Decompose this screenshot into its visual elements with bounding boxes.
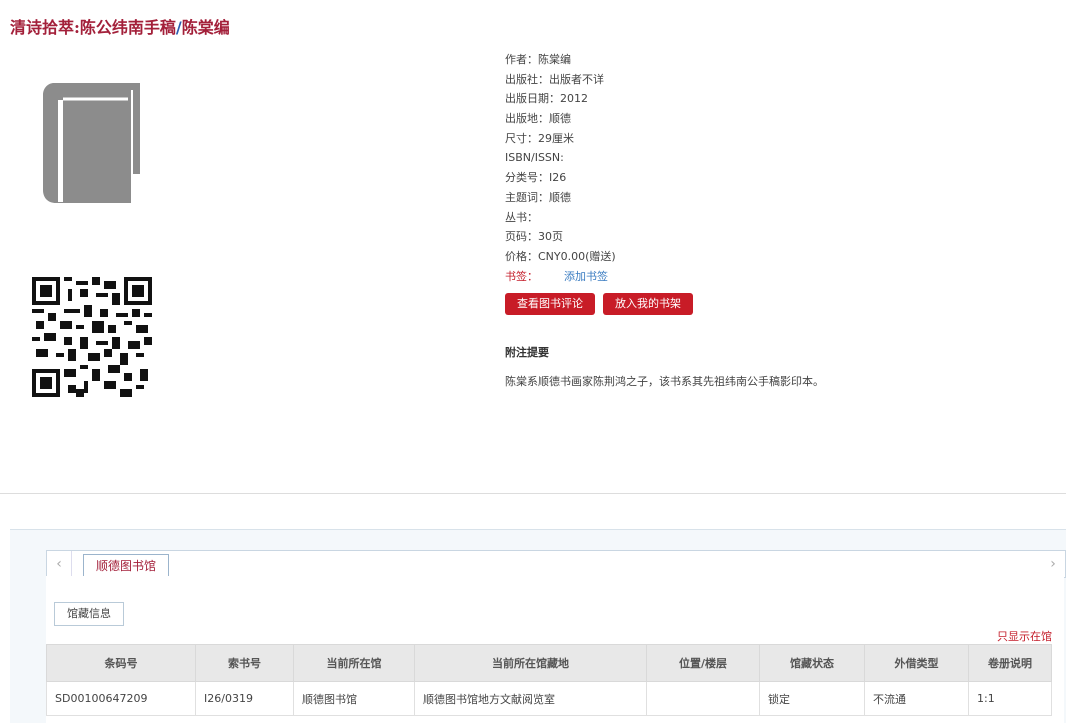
only-available-link[interactable]: 只显示在馆 — [997, 628, 1052, 644]
action-buttons: 查看图书评论 放入我的书架 — [505, 293, 693, 315]
meta-pub-date: 出版日期：2012 — [505, 92, 588, 106]
meta-subject: 主题词：顺德 — [505, 190, 571, 204]
holdings-subpanel: 馆藏信息 只显示在馆 条码号 索书号 当前所在馆 当前所在馆藏地 位置/楼层 馆… — [46, 576, 1064, 723]
section-divider — [0, 493, 1066, 494]
book-metadata: 作者：陈棠编 出版社：出版者不详 出版日期：2012 出版地：顺德 尺寸：29厘… — [505, 50, 616, 286]
meta-isbn: ISBN/ISSN: — [505, 151, 564, 165]
meta-size: 尺寸：29厘米 — [505, 131, 574, 145]
subtab-underline — [54, 625, 124, 626]
book-icon — [40, 80, 144, 208]
volume-note-cell: 1:1 — [968, 681, 1052, 716]
tab-next-arrow-icon[interactable]: › — [1041, 551, 1065, 577]
table-header-row: 条码号 索书号 当前所在馆 当前所在馆藏地 位置/楼层 馆藏状态 外借类型 卷册… — [46, 644, 1052, 682]
barcode-cell: SD00100647209 — [46, 681, 196, 716]
call-number-cell: I26/0319 — [195, 681, 294, 716]
column-header: 条码号 — [46, 644, 196, 682]
holdings-panel: ‹ 顺德图书馆 › 馆藏信息 只显示在馆 条码号 索书号 当前所在馆 当前所在馆… — [10, 529, 1066, 723]
column-header: 位置/楼层 — [646, 644, 760, 682]
meta-pub-place: 出版地：顺德 — [505, 112, 571, 126]
shelf-cell — [646, 681, 760, 716]
column-header: 当前所在馆 — [293, 644, 415, 682]
column-header: 外借类型 — [864, 644, 969, 682]
column-header: 馆藏状态 — [759, 644, 865, 682]
meta-publisher: 出版社：出版者不详 — [505, 72, 604, 86]
tab-holdings-info[interactable]: 馆藏信息 — [54, 602, 124, 625]
table-row: SD00100647209 I26/0319 顺德图书馆 顺德图书馆地方文献阅览… — [46, 681, 1052, 716]
tab-prev-arrow-icon[interactable]: ‹ — [47, 551, 72, 577]
note-text: 陈棠系顺德书画家陈荆鸿之子，该书系其先祖纬南公手稿影印本。 — [505, 375, 824, 388]
title-author: 陈棠编 — [181, 18, 230, 37]
view-reviews-button[interactable]: 查看图书评论 — [505, 293, 595, 315]
add-tag-link[interactable]: 添加书签 — [564, 270, 608, 283]
column-header: 索书号 — [195, 644, 294, 682]
location-cell: 顺德图书馆地方文献阅览室 — [414, 681, 647, 716]
meta-price: 价格：CNY0.00(赠送) — [505, 249, 616, 263]
note-heading: 附注提要 — [505, 346, 549, 359]
add-to-bookshelf-button[interactable]: 放入我的书架 — [603, 293, 693, 315]
page-title: 清诗拾萃:陈公纬南手稿/陈棠编 — [10, 14, 230, 38]
tag-label: 书签： — [505, 269, 538, 283]
qr-code — [32, 277, 152, 397]
column-header: 卷册说明 — [968, 644, 1052, 682]
meta-author: 作者：陈棠编 — [505, 53, 571, 66]
column-header: 当前所在馆藏地 — [414, 644, 647, 682]
library-cell: 顺德图书馆 — [293, 681, 415, 716]
loan-type-cell: 不流通 — [864, 681, 969, 716]
status-cell: 锁定 — [759, 681, 865, 716]
meta-series: 丛书： — [505, 210, 538, 224]
library-tab-bar: ‹ 顺德图书馆 › — [46, 550, 1066, 578]
title-main: 清诗拾萃:陈公纬南手稿 — [10, 18, 176, 37]
meta-class-no: 分类号：I26 — [505, 171, 567, 185]
meta-tag-row: 书签： 添加书签 — [505, 267, 616, 287]
tab-shunde-library[interactable]: 顺德图书馆 — [83, 554, 170, 577]
meta-pages: 页码：30页 — [505, 230, 563, 244]
holdings-table: 条码号 索书号 当前所在馆 当前所在馆藏地 位置/楼层 馆藏状态 外借类型 卷册… — [46, 644, 1052, 716]
